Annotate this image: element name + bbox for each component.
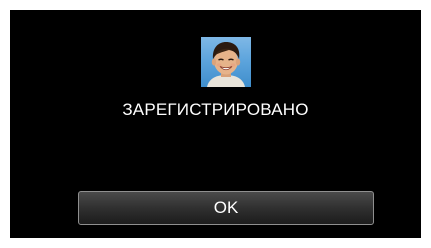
registered-message: ЗАРЕГИСТРИРОВАНО: [122, 100, 309, 119]
ok-button[interactable]: OK: [78, 191, 374, 225]
child-face-icon: [207, 42, 245, 87]
face-photo-thumbnail: [201, 37, 251, 87]
registration-complete-screen: ЗАРЕГИСТРИРОВАНО OK: [10, 10, 421, 238]
